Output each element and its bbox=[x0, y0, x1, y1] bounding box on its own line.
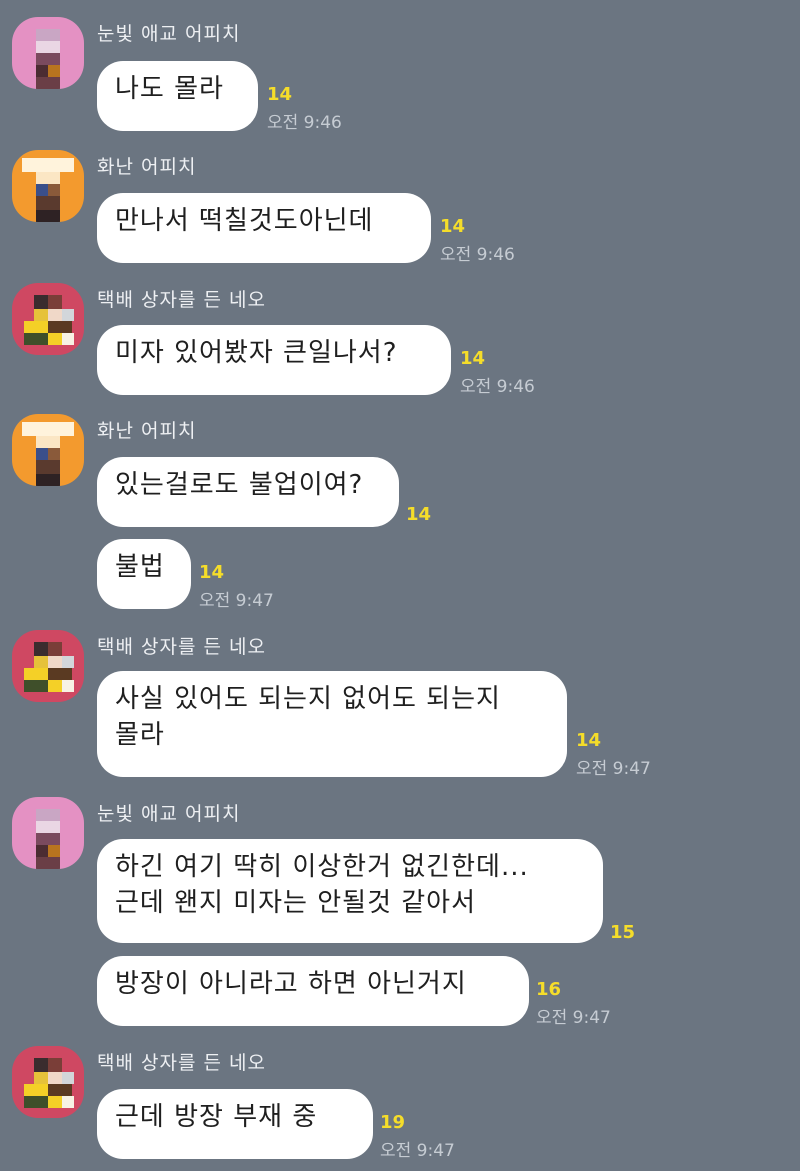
message-line: 하긴 여기 딱히 이상한거 없긴한데... bbox=[115, 852, 529, 882]
unread-count: 14 bbox=[267, 84, 293, 105]
avatar[interactable] bbox=[12, 414, 84, 486]
timestamp: 오전 9:47 bbox=[536, 1008, 611, 1028]
message-bubble[interactable]: 하긴 여기 딱히 이상한거 없긴한데... 근데 왠지 미자는 안될것 같아서 bbox=[97, 839, 603, 943]
message-line: 방장이 아니라고 하면 아닌거지 bbox=[115, 969, 467, 999]
timestamp: 오전 9:47 bbox=[576, 759, 651, 779]
avatar[interactable] bbox=[12, 797, 84, 869]
avatar[interactable] bbox=[12, 1046, 84, 1118]
unread-count: 14 bbox=[199, 562, 225, 583]
message-line: 몰라 bbox=[115, 720, 165, 750]
unread-count: 16 bbox=[536, 979, 562, 1000]
message-bubble[interactable]: 사실 있어도 되는지 없어도 되는지 몰라 bbox=[97, 671, 567, 777]
timestamp: 오전 9:47 bbox=[199, 591, 274, 611]
message-line: 있는걸로도 불업이여? bbox=[115, 470, 364, 500]
timestamp: 오전 9:46 bbox=[440, 245, 515, 265]
sender-name: 눈빛 애교 어피치 bbox=[97, 803, 241, 825]
avatar[interactable] bbox=[12, 630, 84, 702]
sender-name: 화난 어피치 bbox=[97, 156, 197, 178]
sender-name: 화난 어피치 bbox=[97, 420, 197, 442]
unread-count: 19 bbox=[380, 1112, 406, 1133]
message-line: 사실 있어도 되는지 없어도 되는지 bbox=[115, 684, 501, 714]
unread-count: 14 bbox=[460, 348, 486, 369]
message-bubble[interactable]: 만나서 떡칠것도아닌데 bbox=[97, 193, 431, 263]
message-line: 근데 방장 부재 중 bbox=[115, 1102, 318, 1132]
message-bubble[interactable]: 나도 몰라 bbox=[97, 61, 258, 131]
avatar[interactable] bbox=[12, 17, 84, 89]
sender-name: 눈빛 애교 어피치 bbox=[97, 23, 241, 45]
timestamp: 오전 9:47 bbox=[380, 1141, 455, 1161]
unread-count: 14 bbox=[440, 216, 466, 237]
avatar[interactable] bbox=[12, 150, 84, 222]
unread-count: 14 bbox=[406, 504, 432, 525]
message-line: 불법 bbox=[115, 552, 165, 582]
avatar[interactable] bbox=[12, 283, 84, 355]
message-bubble[interactable]: 있는걸로도 불업이여? bbox=[97, 457, 399, 527]
sender-name: 택배 상자를 든 네오 bbox=[97, 636, 266, 658]
timestamp: 오전 9:46 bbox=[460, 377, 535, 397]
unread-count: 15 bbox=[610, 922, 636, 943]
message-line: 미자 있어봤자 큰일나서? bbox=[115, 338, 398, 368]
message-bubble[interactable]: 불법 bbox=[97, 539, 191, 609]
sender-name: 택배 상자를 든 네오 bbox=[97, 1052, 266, 1074]
unread-count: 14 bbox=[576, 730, 602, 751]
message-line: 만나서 떡칠것도아닌데 bbox=[115, 206, 374, 236]
message-bubble[interactable]: 미자 있어봤자 큰일나서? bbox=[97, 325, 451, 395]
message-line: 근데 왠지 미자는 안될것 같아서 bbox=[115, 888, 477, 918]
sender-name: 택배 상자를 든 네오 bbox=[97, 289, 266, 311]
message-bubble[interactable]: 근데 방장 부재 중 bbox=[97, 1089, 373, 1159]
timestamp: 오전 9:46 bbox=[267, 113, 342, 133]
message-bubble[interactable]: 방장이 아니라고 하면 아닌거지 bbox=[97, 956, 529, 1026]
message-line: 나도 몰라 bbox=[115, 74, 224, 104]
